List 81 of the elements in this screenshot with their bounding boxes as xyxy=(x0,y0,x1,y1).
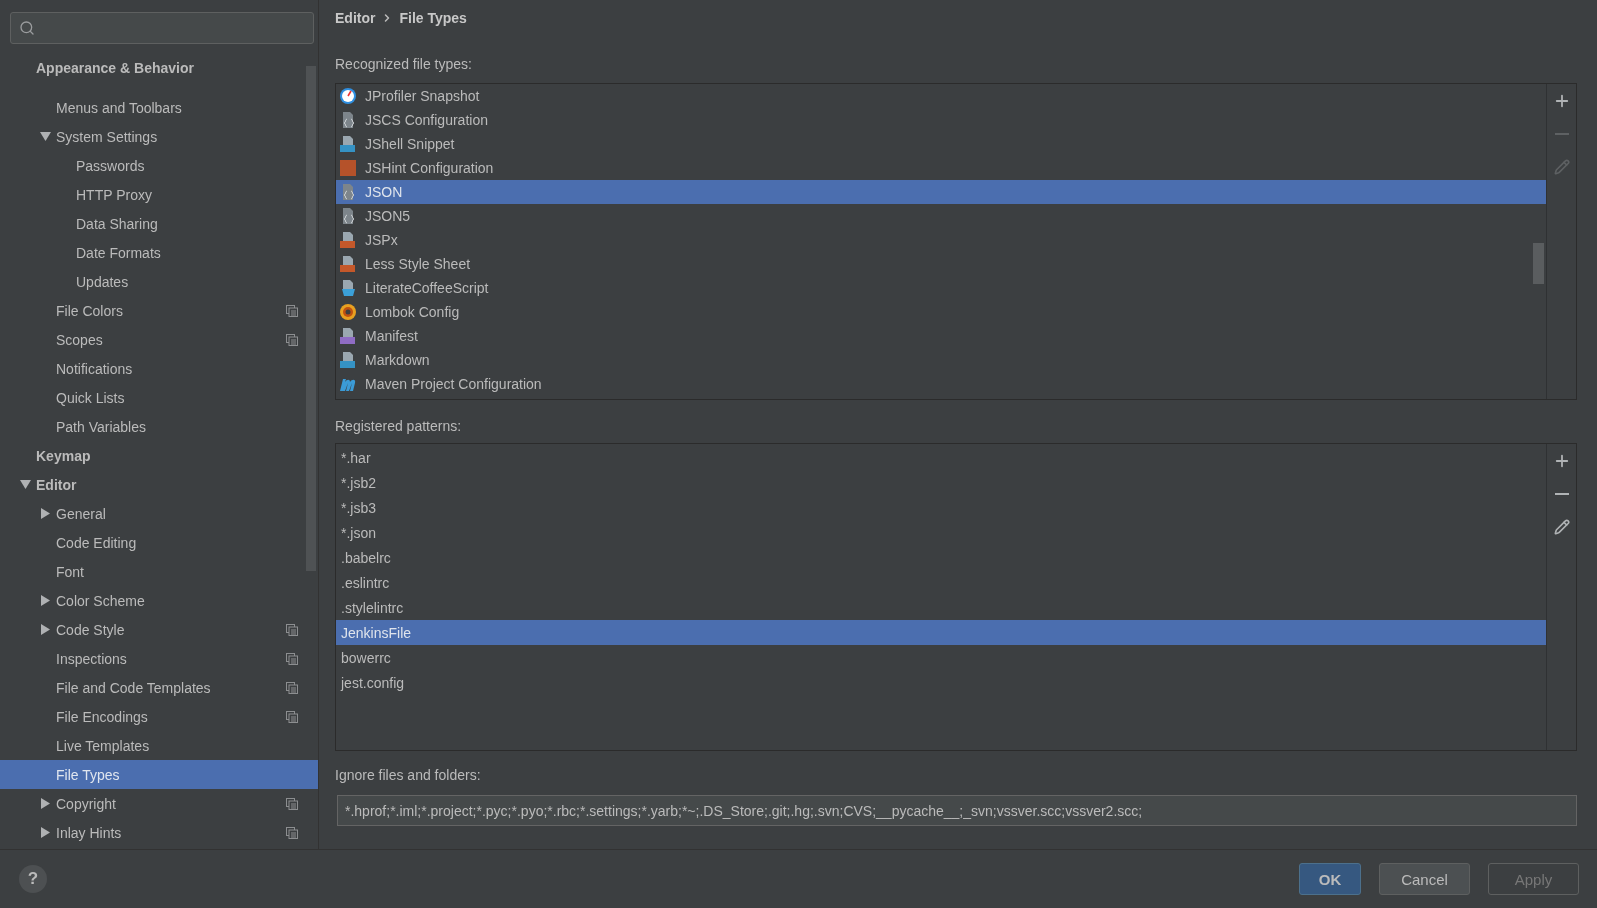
tree-item[interactable]: System Settings xyxy=(0,122,318,151)
tree-item[interactable]: Passwords xyxy=(0,151,318,180)
file-type-icon xyxy=(339,255,357,273)
tree-item[interactable]: HTTP Proxy xyxy=(0,180,318,209)
list-item[interactable]: JSCS Configuration xyxy=(336,108,1546,132)
pencil-icon xyxy=(1553,519,1570,535)
tree-item[interactable]: Editor xyxy=(0,470,318,499)
search-icon xyxy=(19,20,35,36)
tree-item[interactable]: Path Variables xyxy=(0,412,318,441)
tree-item[interactable]: File and Code Templates xyxy=(0,673,318,702)
list-item[interactable]: .stylelintrc xyxy=(336,595,1546,620)
file-type-icon xyxy=(339,327,357,345)
list-item[interactable]: *.jsb3 xyxy=(336,495,1546,520)
tree-item[interactable]: Scopes xyxy=(0,325,318,354)
list-item[interactable]: Manifest xyxy=(336,324,1546,348)
tree-item[interactable]: General xyxy=(0,499,318,528)
list-item[interactable]: *.json xyxy=(336,520,1546,545)
file-type-icon xyxy=(339,303,357,321)
tree-item[interactable]: Notifications xyxy=(0,354,318,383)
tree-item[interactable]: Color Scheme xyxy=(0,586,318,615)
list-item[interactable]: JProfiler Snapshot xyxy=(336,84,1546,108)
list-item[interactable]: Lombok Config xyxy=(336,300,1546,324)
tree-item[interactable]: File Types xyxy=(0,760,318,789)
expanded-arrow-icon[interactable] xyxy=(20,479,31,490)
list-item[interactable]: JenkinsFile xyxy=(336,620,1546,645)
collapsed-arrow-icon[interactable] xyxy=(40,827,51,838)
minus-icon xyxy=(1554,493,1569,495)
tree-item[interactable]: Font xyxy=(0,557,318,586)
dialog-button[interactable]: Cancel xyxy=(1379,863,1470,895)
breadcrumb-item: Editor xyxy=(335,10,376,26)
file-type-icon xyxy=(339,135,357,153)
search-field[interactable] xyxy=(10,12,314,44)
list-item[interactable]: JSHint Configuration xyxy=(336,156,1546,180)
tree-item[interactable]: File Colors xyxy=(0,296,318,325)
tree-item[interactable]: Date Formats xyxy=(0,238,318,267)
pencil-icon xyxy=(1553,159,1570,175)
collapsed-arrow-icon[interactable] xyxy=(40,508,51,519)
dialog-button[interactable]: OK xyxy=(1299,863,1361,895)
list-item[interactable]: JSON5 xyxy=(336,204,1546,228)
list-item[interactable]: LiterateCoffeeScript xyxy=(336,276,1546,300)
list-item[interactable]: JShell Snippet xyxy=(336,132,1546,156)
file-type-icon xyxy=(339,159,357,177)
tree-item[interactable]: Keymap xyxy=(0,441,318,470)
tree-item[interactable]: Updates xyxy=(0,267,318,296)
list-item[interactable]: JSPx xyxy=(336,228,1546,252)
list-item[interactable]: bowerrc xyxy=(336,645,1546,670)
collapsed-arrow-icon[interactable] xyxy=(40,798,51,809)
tree-item[interactable]: Data Sharing xyxy=(0,209,318,238)
tree-item[interactable]: File Encodings xyxy=(0,702,318,731)
list-item[interactable]: JSON xyxy=(336,180,1546,204)
file-type-icon xyxy=(339,279,357,297)
file-type-icon xyxy=(339,351,357,369)
list-item[interactable]: *.har xyxy=(336,445,1546,470)
tree-item[interactable]: Copyright xyxy=(0,789,318,818)
minus-icon xyxy=(1554,133,1569,135)
tree-item[interactable]: Code Editing xyxy=(0,528,318,557)
section-label: Ignore files and folders: xyxy=(335,766,482,785)
list-item[interactable]: *.jsb2 xyxy=(336,470,1546,495)
tree-item[interactable]: Live Templates xyxy=(0,731,318,760)
collapsed-arrow-icon[interactable] xyxy=(40,595,51,606)
list-item[interactable]: .babelrc xyxy=(336,545,1546,570)
list-item[interactable]: Less Style Sheet xyxy=(336,252,1546,276)
breadcrumb-item: File Types xyxy=(399,10,467,26)
list-item[interactable]: jest.config xyxy=(336,670,1546,695)
tree-item[interactable]: Quick Lists xyxy=(0,383,318,412)
tree-item[interactable]: Inlay Hints xyxy=(0,818,318,847)
list-item[interactable]: .eslintrc xyxy=(336,570,1546,595)
expanded-arrow-icon[interactable] xyxy=(40,131,51,142)
section-label: Recognized file types: xyxy=(335,55,473,74)
list-item[interactable]: Markdown xyxy=(336,348,1546,372)
file-type-icon xyxy=(339,231,357,249)
tree-item[interactable]: Code Style xyxy=(0,615,318,644)
scrollbar-thumb[interactable] xyxy=(1533,243,1544,284)
help-button[interactable]: ? xyxy=(19,865,47,893)
tree-item[interactable]: Menus and Toolbars xyxy=(0,93,318,122)
list-item[interactable]: Maven Project Configuration xyxy=(336,372,1546,396)
tree-item[interactable]: Inspections xyxy=(0,644,318,673)
collapsed-arrow-icon[interactable] xyxy=(40,624,51,635)
file-type-icon xyxy=(339,87,357,105)
section-label: Registered patterns: xyxy=(335,417,463,436)
input-field[interactable]: *.hprof;*.iml;*.project;*.pyc;*.pyo;*.rbc;*.settings;*.yarb;*~;.DS_Store;.git;.hg;.svn;CVS;__pycache__;_svn;vssver.scc;vssver2.scc; xyxy=(337,795,1577,826)
